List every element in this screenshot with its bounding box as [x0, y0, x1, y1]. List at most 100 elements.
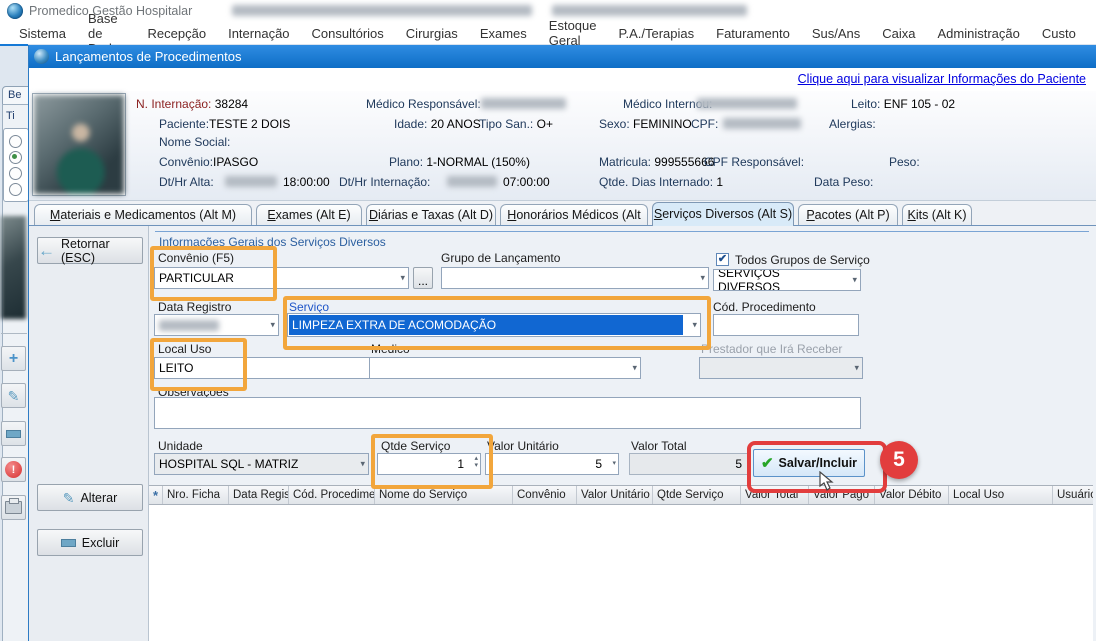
print-button[interactable]: [1, 495, 26, 520]
menu-consultorios[interactable]: Consultórios: [301, 26, 395, 41]
remove-button[interactable]: [1, 421, 26, 446]
background-label: Ti: [6, 110, 15, 122]
spinner-down-icon[interactable]: ▾: [474, 462, 478, 469]
grupo-servico-value: SERVIÇOS DIVERSOS: [718, 269, 844, 291]
plano-value: 1-NORMAL (150%): [426, 155, 530, 169]
chevron-down-icon: ▾: [400, 273, 405, 284]
cpf-resp-label: CPF Responsável:: [704, 155, 804, 169]
excluir-button[interactable]: Excluir: [37, 529, 143, 556]
background-photo: [1, 216, 26, 319]
tab-honorarios-medicos[interactable]: Honorários Médicos (Alt H): [500, 204, 648, 225]
retornar-button[interactable]: ← Retornar (ESC): [37, 237, 143, 264]
redacted-text: [481, 98, 566, 109]
grid-header: * Nro. Ficha Data Regist Cód. Procedimen…: [149, 485, 1093, 505]
convenio-browse-button[interactable]: ...: [413, 267, 433, 289]
tab-pacotes[interactable]: Pacotes (Alt P): [798, 204, 898, 225]
grid-col-qtde-servico[interactable]: Qtde Serviço: [653, 486, 741, 504]
tab-exames[interactable]: Exames (Alt E): [256, 204, 362, 225]
tab-bar: Materiais e Medicamentos (Alt M) Exames …: [29, 200, 1096, 225]
grupo-lancamento-combo[interactable]: ▾: [441, 267, 709, 289]
minus-icon: [6, 430, 21, 438]
warning-icon: !: [5, 461, 22, 478]
medico-combo[interactable]: ▾: [369, 357, 641, 379]
observacoes-textarea[interactable]: [154, 397, 861, 429]
check-icon: ✔: [761, 456, 774, 471]
menu-sus-ans[interactable]: Sus/Ans: [801, 26, 871, 41]
medico-label: Medico: [371, 342, 410, 356]
menu-administracao[interactable]: Administração: [927, 26, 1031, 41]
grid-col-cod-procediment[interactable]: Cód. Procediment: [289, 486, 375, 504]
grid-col-valor-unitario[interactable]: Valor Unitário: [577, 486, 653, 504]
valor-unitario-field[interactable]: 5 ▾: [485, 453, 619, 475]
data-peso-label: Data Peso:: [814, 175, 873, 189]
grid-col-icon[interactable]: *: [149, 486, 163, 504]
grid-col-valor-debito[interactable]: Valor Débito: [875, 486, 949, 504]
grid-body[interactable]: [149, 505, 1093, 641]
grid-col-valor-total[interactable]: Valor Total: [741, 486, 809, 504]
grupo-servico-combo[interactable]: SERVIÇOS DIVERSOS ▾: [713, 269, 861, 291]
grid-col-convenio[interactable]: Convênio: [513, 486, 577, 504]
pencil-icon: ✎: [63, 491, 75, 505]
qtde-servico-stepper[interactable]: 1 ▴▾: [377, 453, 481, 475]
tab-content: ← Retornar (ESC) ✎ Alterar Excluir Infor…: [29, 225, 1096, 641]
menu-caixa[interactable]: Caixa: [871, 26, 926, 41]
radio-button[interactable]: [9, 167, 22, 180]
valor-unitario-value: 5: [595, 457, 602, 471]
radio-button-selected[interactable]: [9, 151, 22, 164]
cod-procedimento-input[interactable]: [713, 314, 859, 336]
grid-col-local-uso[interactable]: Local Uso: [949, 486, 1053, 504]
tab-servicos-diversos[interactable]: Serviços Diversos (Alt S): [652, 202, 794, 226]
plus-icon: +: [9, 351, 18, 367]
cpf-label: CPF:: [691, 117, 718, 131]
local-uso-combo[interactable]: LEITO ▾: [154, 357, 379, 379]
patient-info-link[interactable]: Clique aqui para visualizar Informações …: [798, 72, 1086, 86]
menu-cirurgias[interactable]: Cirurgias: [395, 26, 469, 41]
unidade-combo[interactable]: HOSPITAL SQL - MATRIZ ▾: [154, 453, 369, 475]
peso-label: Peso:: [889, 155, 920, 169]
chevron-down-icon[interactable]: ▾: [612, 460, 616, 467]
spinner-up-icon[interactable]: ▴: [474, 455, 478, 462]
grid-col-usuario[interactable]: Usuário: [1053, 486, 1093, 504]
menu-faturamento[interactable]: Faturamento: [705, 26, 801, 41]
convenio-f5-label: Convênio (F5): [158, 251, 234, 265]
grid-col-nome-servico[interactable]: Nome do Serviço: [375, 486, 513, 504]
tab-materiais-medicamentos[interactable]: Materiais e Medicamentos (Alt M): [34, 204, 252, 225]
data-registro-field[interactable]: ▾: [154, 314, 279, 336]
radio-button[interactable]: [9, 183, 22, 196]
menu-exames[interactable]: Exames: [469, 26, 538, 41]
menu-sistema[interactable]: Sistema: [8, 26, 77, 41]
menu-estoque-geral[interactable]: Estoque Geral: [538, 18, 608, 48]
menu-internacao[interactable]: Internação: [217, 26, 300, 41]
convenio-combo[interactable]: PARTICULAR ▾: [154, 267, 409, 289]
groupbox-line: [155, 231, 1089, 232]
tab-diarias-taxas[interactable]: Diárias e Taxas (Alt D): [366, 204, 496, 225]
add-button[interactable]: +: [1, 346, 26, 371]
radio-button[interactable]: [9, 135, 22, 148]
todos-grupos-checkbox[interactable]: ✔: [716, 253, 729, 266]
menu-custo[interactable]: Custo: [1031, 26, 1087, 41]
qtde-dias-label: Qtde. Dias Internado:: [599, 175, 713, 189]
dthr-alta-label: Dt/Hr Alta:: [159, 175, 214, 189]
grid-col-valor-pago[interactable]: Valor Pago: [809, 486, 875, 504]
checkbox-check-icon: ✔: [718, 253, 727, 265]
redacted-text: [232, 5, 532, 16]
valor-total-label: Valor Total: [631, 439, 687, 453]
alert-button[interactable]: !: [1, 457, 26, 482]
servico-combo[interactable]: LIMPEZA EXTRA DE ACOMODAÇÃO ▾: [287, 313, 701, 337]
prestador-label: Prestador que Irá Receber: [701, 342, 842, 356]
plano-label: Plano:: [389, 155, 423, 169]
tab-kits[interactable]: Kits (Alt K): [902, 204, 972, 225]
menu-pa-terapias[interactable]: P.A./Terapias: [607, 26, 705, 41]
edit-button[interactable]: ✎: [1, 383, 26, 408]
grid-col-nro-ficha[interactable]: Nro. Ficha: [163, 486, 229, 504]
servico-selected-value: LIMPEZA EXTRA DE ACOMODAÇÃO: [289, 315, 683, 335]
salvar-incluir-button[interactable]: ✔ Salvar/Incluir: [753, 449, 865, 477]
menu-bi[interactable]: BI: [1087, 26, 1096, 41]
prestador-combo: ▾: [699, 357, 863, 379]
salvar-incluir-label: Salvar/Incluir: [779, 456, 858, 470]
tipo-san-label: Tipo San.:: [479, 117, 533, 131]
minus-icon: [61, 539, 76, 547]
grid-col-data-regist[interactable]: Data Regist: [229, 486, 289, 504]
alterar-button[interactable]: ✎ Alterar: [37, 484, 143, 511]
menu-recepcao[interactable]: Recepção: [137, 26, 218, 41]
